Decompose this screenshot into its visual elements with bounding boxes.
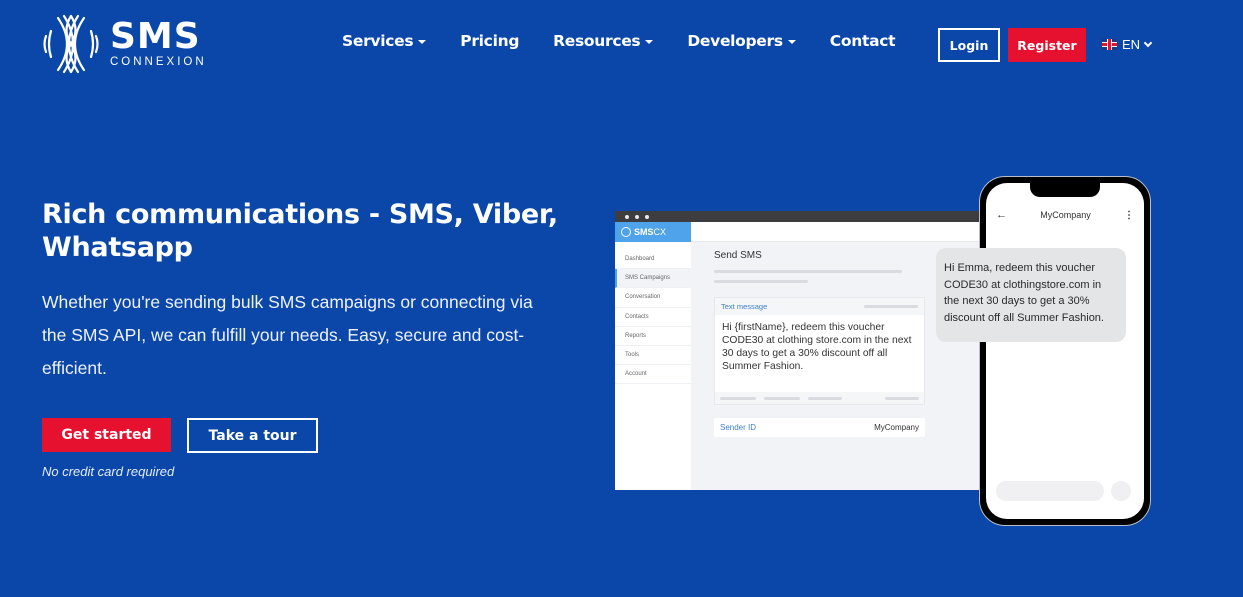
placeholder-line — [714, 270, 902, 273]
window-titlebar — [615, 211, 985, 222]
mockup-sidebar-item: Conversation — [615, 288, 691, 308]
mockup-app-logo: SMS CX — [615, 222, 691, 242]
phone-send-icon — [1111, 481, 1131, 501]
text-message-body: Hi {firstName}, redeem this voucher CODE… — [722, 322, 912, 372]
nav-services-label: Services — [342, 32, 414, 50]
mockup-sidebar-item: Contacts — [615, 308, 691, 327]
mockup-logo-text: SMS — [634, 227, 654, 237]
hero-title: Rich communications - SMS, Viber, Whatsa… — [42, 199, 558, 263]
mockup-sidebar: Dashboard SMS Campaigns Conversation Con… — [615, 242, 691, 490]
mockup-sidebar-item: Dashboard — [615, 250, 691, 270]
mockup-sidebar-item: Account — [615, 365, 691, 385]
window-dot-icon — [645, 214, 649, 219]
text-message-label: Text message — [721, 302, 768, 311]
nav-developers-label: Developers — [687, 32, 783, 50]
brand-logo[interactable]: SMS CONNEXION — [42, 14, 207, 74]
nav-resources-label: Resources — [553, 32, 641, 50]
placeholder-line — [808, 396, 842, 400]
phone-mockup: ← MyCompany ⋮ — [979, 176, 1151, 526]
sender-id-label: Sender ID — [720, 423, 757, 432]
logo-wordmark: SMS — [110, 16, 201, 57]
logo-tagline: CONNEXION — [110, 56, 207, 68]
mockup-sidebar-item-active: SMS Campaigns — [615, 269, 691, 289]
nav-resources[interactable]: Resources — [553, 32, 654, 50]
language-label: EN — [1122, 37, 1141, 52]
main-nav: Services Pricing Resources Developers Co… — [342, 32, 929, 50]
dashboard-mockup: SMS CX Dashboard SMS Campaigns Conversati… — [615, 211, 985, 490]
language-selector[interactable]: EN — [1102, 37, 1153, 52]
mockup-topbar — [691, 222, 985, 242]
mockup-logo-suffix: CX — [653, 227, 667, 237]
register-button[interactable]: Register — [1008, 28, 1086, 62]
take-a-tour-button[interactable]: Take a tour — [187, 418, 318, 453]
hero-description: Whether you're sending bulk SMS campaign… — [42, 292, 533, 378]
get-started-button[interactable]: Get started — [42, 418, 171, 452]
nav-developers[interactable]: Developers — [687, 32, 796, 50]
placeholder-line — [720, 396, 756, 400]
nav-services[interactable]: Services — [342, 32, 427, 50]
no-credit-card-note: No credit card required — [42, 464, 175, 479]
mockup-logo-icon — [621, 227, 631, 237]
phone-contact-name: MyCompany — [1040, 210, 1091, 220]
sender-id-row: Sender ID MyCompany — [714, 418, 925, 437]
mockup-sidebar-item: Reports — [615, 327, 691, 346]
phone-notch — [1030, 183, 1100, 197]
chevron-down-icon — [645, 40, 654, 44]
more-vertical-icon: ⋮ — [1123, 209, 1134, 221]
phone-screen: ← MyCompany ⋮ — [986, 183, 1144, 519]
sender-id-value: MyCompany — [874, 423, 919, 432]
nav-contact-label: Contact — [829, 32, 896, 50]
logo-waves-icon — [43, 14, 99, 74]
placeholder-line — [864, 305, 918, 308]
chevron-down-icon — [1143, 38, 1153, 48]
mockup-sidebar-item: Tools — [615, 346, 691, 366]
window-dot-icon — [625, 214, 629, 219]
nav-contact[interactable]: Contact — [829, 32, 896, 50]
placeholder-line — [764, 396, 800, 400]
phone-chat-header: ← MyCompany ⋮ — [986, 209, 1144, 221]
phone-message-bubble: Hi Emma, redeem this voucher CODE30 at c… — [936, 248, 1126, 342]
uk-flag-icon — [1102, 39, 1117, 50]
placeholder-line — [885, 396, 919, 400]
back-arrow-icon: ← — [996, 209, 1007, 221]
window-dot-icon — [635, 214, 639, 219]
nav-pricing[interactable]: Pricing — [460, 32, 519, 50]
phone-compose-field — [996, 481, 1104, 501]
chevron-down-icon — [418, 40, 427, 44]
text-message-card: Text message Hi {firstName}, redeem this… — [714, 297, 925, 405]
login-button[interactable]: Login — [938, 28, 1000, 62]
placeholder-line — [714, 280, 808, 283]
nav-pricing-label: Pricing — [460, 32, 520, 50]
chevron-down-icon — [787, 40, 796, 44]
